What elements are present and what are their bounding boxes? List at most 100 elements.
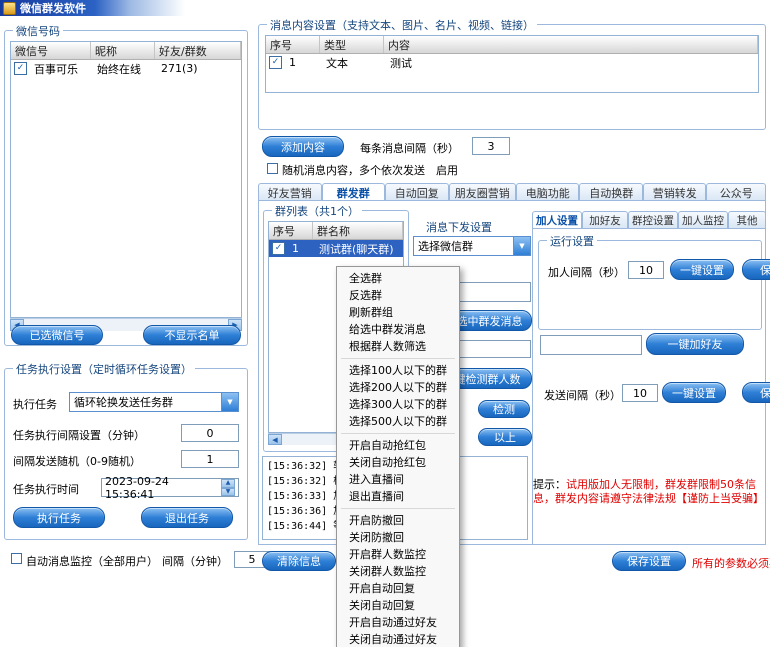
group-list-title: 群列表（共1个） xyxy=(272,203,362,219)
group-context-menu: 全选群 反选群 刷新群组 给选中群发消息 根据群人数筛选 选择100人以下的群 … xyxy=(336,266,460,647)
notice-prefix: 提示： xyxy=(533,478,566,491)
col-count[interactable]: 好友/群数 xyxy=(155,42,241,59)
menu-item-redpacket-on[interactable]: 开启自动抢红包 xyxy=(337,437,459,454)
group-no: 1 xyxy=(288,242,315,255)
add-interval-input[interactable] xyxy=(628,261,664,279)
menu-item-redpacket-off[interactable]: 关闭自动抢红包 xyxy=(337,454,459,471)
tab-auto-reply[interactable]: 自动回复 xyxy=(385,183,449,201)
friend-id-input[interactable] xyxy=(540,335,642,355)
account-wxid: 百事可乐 xyxy=(30,61,93,77)
message-row[interactable]: ✓ 1 文本 测试 xyxy=(266,54,758,71)
tab-marketing-forward[interactable]: 营销转发 xyxy=(643,183,707,201)
menu-item-send-selected[interactable]: 给选中群发消息 xyxy=(337,321,459,338)
message-table[interactable]: 序号 类型 内容 ✓ 1 文本 测试 xyxy=(265,35,759,93)
random-message-checkbox[interactable] xyxy=(267,163,278,174)
menu-item-count-monitor-off[interactable]: 关闭群人数监控 xyxy=(337,563,459,580)
tab-auto-switch-group[interactable]: 自动换群 xyxy=(579,183,643,201)
quick-add-friend-button[interactable]: 一键加好友 xyxy=(646,333,744,355)
target-group-select[interactable]: 选择微信群 ▼ xyxy=(413,236,531,256)
menu-item-enter-live[interactable]: 进入直播间 xyxy=(337,471,459,488)
menu-item-under-200[interactable]: 选择200人以下的群 xyxy=(337,379,459,396)
menu-item-refresh-groups[interactable]: 刷新群组 xyxy=(337,304,459,321)
app-icon xyxy=(3,2,16,15)
row-checkbox-checked-icon[interactable]: ✓ xyxy=(269,56,282,69)
send-interval-label: 发送间隔（秒） xyxy=(544,387,621,403)
enable-label: 启用 xyxy=(436,162,458,178)
send-settings-label: 消息下发设置 xyxy=(426,219,492,235)
run-task-button[interactable]: 执行任务 xyxy=(13,507,105,528)
accounts-table[interactable]: 微信号 昵称 好友/群数 ✓ 百事可乐 始终在线 271(3) xyxy=(10,41,242,318)
scroll-left-icon[interactable]: ◀ xyxy=(268,434,282,445)
tab-group-control[interactable]: 群控设置 xyxy=(628,211,678,228)
menu-item-under-500[interactable]: 选择500人以下的群 xyxy=(337,413,459,430)
menu-item-antirecall-off[interactable]: 关闭防撤回 xyxy=(337,529,459,546)
exec-task-select[interactable]: 循环轮换发送任务群 ▼ xyxy=(69,392,239,412)
clear-log-button[interactable]: 清除信息 xyxy=(262,551,336,571)
task-random-input[interactable] xyxy=(181,450,239,468)
tab-other[interactable]: 其他 xyxy=(728,211,766,228)
message-group: 消息内容设置（支持文本、图片、名片、视频、链接） 序号 类型 内容 ✓ 1 文本… xyxy=(258,24,766,130)
tab-add-monitor[interactable]: 加人监控 xyxy=(678,211,728,228)
spin-down-icon[interactable]: ▼ xyxy=(221,488,235,497)
menu-item-autoaccept-off[interactable]: 关闭自动通过好友 xyxy=(337,631,459,647)
tab-group-send[interactable]: 群发群 xyxy=(322,183,386,201)
save-warning-text: 所有的参数必须要保存 xyxy=(692,555,770,571)
row-checkbox-checked-icon[interactable]: ✓ xyxy=(272,242,285,255)
right-panel-tabs: 加人设置 加好友 群控设置 加人监控 其他 xyxy=(532,211,766,228)
save-settings-button[interactable]: 保存设置 xyxy=(612,551,686,571)
dropdown-arrow-icon[interactable]: ▼ xyxy=(513,237,530,255)
group-row[interactable]: ✓ 1 测试群(聊天群) xyxy=(269,240,403,257)
menu-item-under-100[interactable]: 选择100人以下的群 xyxy=(337,362,459,379)
tab-moments[interactable]: 朋友圈营销 xyxy=(449,183,516,201)
message-interval-input[interactable] xyxy=(472,137,510,155)
task-interval-input[interactable] xyxy=(181,424,239,442)
dropdown-arrow-icon[interactable]: ▼ xyxy=(221,393,238,411)
app-window: 微信群发软件 微信号码 微信号 昵称 好友/群数 ✓ 百事可乐 始终在线 271… xyxy=(0,0,770,647)
menu-item-antirecall-on[interactable]: 开启防撤回 xyxy=(337,512,459,529)
title-bar[interactable]: 微信群发软件 xyxy=(0,0,770,16)
tab-official-account[interactable]: 公众号 xyxy=(706,183,766,201)
menu-separator xyxy=(341,433,455,434)
col-nick[interactable]: 昵称 xyxy=(91,42,155,59)
save-button-2[interactable]: 保存 xyxy=(742,382,770,403)
hide-list-button[interactable]: 不显示名单 xyxy=(143,325,241,345)
col-no[interactable]: 序号 xyxy=(269,222,313,239)
quick-set-button-1[interactable]: 一键设置 xyxy=(670,259,734,280)
send-interval-input[interactable] xyxy=(622,384,658,402)
col-type[interactable]: 类型 xyxy=(320,36,384,53)
row-checkbox-checked-icon[interactable]: ✓ xyxy=(14,62,27,75)
check-button[interactable]: 检测 xyxy=(478,400,530,418)
accounts-table-header: 微信号 昵称 好友/群数 xyxy=(11,42,241,60)
tab-friend-marketing[interactable]: 好友营销 xyxy=(258,183,322,201)
menu-item-count-monitor-on[interactable]: 开启群人数监控 xyxy=(337,546,459,563)
above-button[interactable]: 以上 xyxy=(478,428,532,446)
menu-item-exit-live[interactable]: 退出直播间 xyxy=(337,488,459,505)
accounts-group-title: 微信号码 xyxy=(13,23,63,39)
menu-item-under-300[interactable]: 选择300人以下的群 xyxy=(337,396,459,413)
task-random-label: 间隔发送随机（0-9随机） xyxy=(13,453,141,469)
selected-accounts-button[interactable]: 已选微信号 xyxy=(11,325,103,345)
tab-pc-functions[interactable]: 电脑功能 xyxy=(516,183,580,201)
time-spinner[interactable]: ▲ ▼ xyxy=(221,479,235,496)
menu-item-autoaccept-on[interactable]: 开启自动通过好友 xyxy=(337,614,459,631)
menu-item-autoreply-on[interactable]: 开启自动回复 xyxy=(337,580,459,597)
task-group-title: 任务执行设置（定时循环任务设置） xyxy=(13,361,195,377)
tab-add-friend[interactable]: 加好友 xyxy=(582,211,628,228)
add-content-button[interactable]: 添加内容 xyxy=(262,136,344,157)
save-button-1[interactable]: 保存 xyxy=(742,259,770,280)
monitor-checkbox[interactable] xyxy=(11,553,22,564)
quick-set-button-2[interactable]: 一键设置 xyxy=(662,382,726,403)
menu-item-invert-select[interactable]: 反选群 xyxy=(337,287,459,304)
task-time-picker[interactable]: 2023-09-24 15:36:41 ▲ ▼ xyxy=(101,478,239,497)
menu-item-filter-by-count[interactable]: 根据群人数筛选 xyxy=(337,338,459,355)
menu-item-autoreply-off[interactable]: 关闭自动回复 xyxy=(337,597,459,614)
exit-task-button[interactable]: 退出任务 xyxy=(141,507,233,528)
spin-up-icon[interactable]: ▲ xyxy=(221,479,235,488)
account-row[interactable]: ✓ 百事可乐 始终在线 271(3) xyxy=(11,60,241,77)
col-group-name[interactable]: 群名称 xyxy=(313,222,403,239)
col-no[interactable]: 序号 xyxy=(266,36,320,53)
col-content[interactable]: 内容 xyxy=(384,36,758,53)
menu-item-select-all[interactable]: 全选群 xyxy=(337,270,459,287)
tab-add-people[interactable]: 加人设置 xyxy=(532,211,582,228)
col-wxid[interactable]: 微信号 xyxy=(11,42,91,59)
